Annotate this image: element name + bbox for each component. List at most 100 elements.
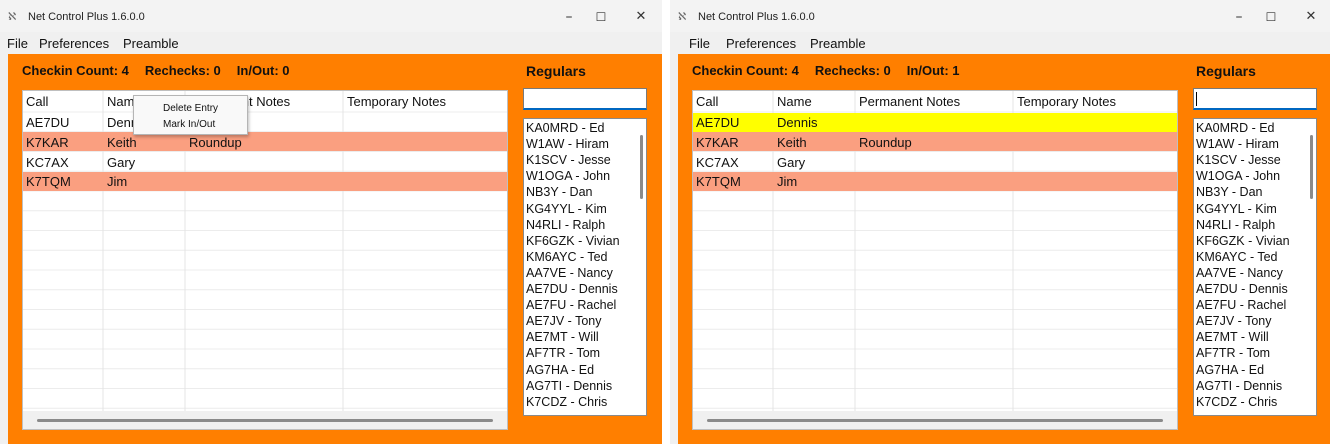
regular-item[interactable]: K7CDZ - Chris	[1196, 395, 1277, 409]
table-cell-call[interactable]: KC7AX	[696, 155, 739, 170]
regular-item[interactable]: KA0MRD - Ed	[1196, 121, 1275, 135]
table-cell-name[interactable]: Keith	[777, 135, 807, 150]
table-cell-name[interactable]: Dennis	[777, 115, 817, 130]
regulars-list[interactable]: KA0MRD - Ed W1AW - Hiram K1SCV - Jesse W1OG…	[523, 118, 647, 416]
table-row[interactable]	[693, 112, 1177, 132]
regular-item[interactable]: AE7JV - Tony	[526, 314, 602, 328]
menu-preamble[interactable]: Preamble	[810, 36, 866, 51]
horizontal-scrollbar[interactable]	[693, 411, 1177, 429]
table-cell-permanent[interactable]: Roundup	[859, 135, 912, 150]
table-row[interactable]	[693, 132, 1177, 152]
scrollbar-thumb[interactable]	[640, 135, 643, 199]
column-call-header[interactable]: Call	[696, 94, 718, 109]
regular-item[interactable]: KM6AYC - Ted	[1196, 250, 1278, 264]
regular-item[interactable]: AE7MT - Will	[526, 330, 599, 344]
rechecks-count: Rechecks: 0	[814, 63, 891, 78]
regular-item[interactable]: N4RLI - Ralph	[526, 218, 605, 232]
table-cell-name[interactable]: Jim	[107, 174, 127, 189]
regular-item[interactable]: W1AW - Hiram	[526, 137, 609, 151]
regular-item[interactable]: W1AW - Hiram	[1196, 137, 1279, 151]
checkin-count: Checkin Count: 4	[692, 63, 799, 78]
regular-item[interactable]: AA7VE - Nancy	[1196, 266, 1283, 280]
regular-item[interactable]: AG7HA - Ed	[1196, 363, 1264, 377]
menu-preferences[interactable]: Preferences	[726, 36, 796, 51]
regulars-list[interactable]: KA0MRD - Ed W1AW - Hiram K1SCV - Jesse W1OG…	[1193, 118, 1317, 416]
table-cell-call[interactable]: AE7DU	[696, 115, 739, 130]
regular-item[interactable]: AG7TI - Dennis	[526, 379, 612, 393]
regular-item[interactable]: NB3Y - Dan	[526, 185, 592, 199]
table-cell-call[interactable]: K7TQM	[696, 174, 741, 189]
regular-item[interactable]: AA7VE - Nancy	[526, 266, 613, 280]
menu-preamble[interactable]: Preamble	[123, 36, 179, 51]
table-cell-permanent[interactable]: Roundup	[189, 135, 242, 150]
regular-item[interactable]: KG4YYL - Kim	[1196, 202, 1277, 216]
column-permanent-notes-header[interactable]: Permanent Notes	[859, 94, 960, 109]
table-cell-call[interactable]: AE7DU	[26, 115, 69, 130]
app-icon: ℵ	[678, 10, 687, 23]
regular-item[interactable]: AG7TI - Dennis	[1196, 379, 1282, 393]
table-row[interactable]	[23, 171, 507, 191]
column-temporary-notes-header[interactable]: Temporary Notes	[1017, 94, 1116, 109]
context-delete-entry[interactable]: Delete Entry	[163, 103, 218, 114]
regular-item[interactable]: AF7TR - Tom	[1196, 346, 1270, 360]
regular-item[interactable]: KG4YYL - Kim	[526, 202, 607, 216]
regular-item[interactable]: AG7HA - Ed	[526, 363, 594, 377]
maximize-icon[interactable]: ☐	[1256, 6, 1286, 28]
regular-item[interactable]: AE7FU - Rachel	[1196, 298, 1286, 312]
column-name-header[interactable]: Name	[777, 94, 812, 109]
column-call-header[interactable]: Call	[26, 94, 48, 109]
regular-item[interactable]: KM6AYC - Ted	[526, 250, 608, 264]
app-window-left: ℵ Net Control Plus 1.6.0.0 – ☐ ✕ File Pr…	[0, 0, 662, 444]
regular-item[interactable]: N4RLI - Ralph	[1196, 218, 1275, 232]
regular-item[interactable]: AE7JV - Tony	[1196, 314, 1272, 328]
regulars-search-input[interactable]	[523, 88, 647, 110]
checkin-grid[interactable]: Call Name Permanent Notes Temporary Notes AE…	[692, 90, 1178, 430]
close-icon[interactable]: ✕	[626, 6, 656, 28]
regulars-search-input[interactable]	[1193, 88, 1317, 110]
regular-item[interactable]: W1OGA - John	[526, 169, 610, 183]
scrollbar-thumb[interactable]	[37, 419, 493, 422]
regular-item[interactable]: KA0MRD - Ed	[526, 121, 605, 135]
table-row[interactable]	[693, 171, 1177, 191]
table-cell-call[interactable]: KC7AX	[26, 155, 69, 170]
menu-file[interactable]: File	[7, 36, 28, 51]
regular-item[interactable]: AF7TR - Tom	[526, 346, 600, 360]
regular-item[interactable]: AE7DU - Dennis	[1196, 282, 1288, 296]
minimize-icon[interactable]: –	[554, 6, 584, 28]
title-bar[interactable]: ℵ Net Control Plus 1.6.0.0 – ☐ ✕	[0, 0, 662, 32]
table-cell-name[interactable]: Keith	[107, 135, 137, 150]
regular-item[interactable]: NB3Y - Dan	[1196, 185, 1262, 199]
table-row[interactable]	[23, 113, 507, 132]
close-icon[interactable]: ✕	[1296, 6, 1326, 28]
regular-item[interactable]: K1SCV - Jesse	[1196, 153, 1281, 167]
table-cell-name[interactable]: Gary	[777, 155, 805, 170]
scrollbar-thumb[interactable]	[1310, 135, 1313, 199]
context-mark-inout[interactable]: Mark In/Out	[163, 119, 215, 130]
title-bar[interactable]: ℵ Net Control Plus 1.6.0.0 – ☐ ✕	[670, 0, 1330, 32]
regular-item[interactable]: AE7DU - Dennis	[526, 282, 618, 296]
regular-item[interactable]: K1SCV - Jesse	[526, 153, 611, 167]
menu-preferences[interactable]: Preferences	[39, 36, 109, 51]
regular-item[interactable]: KF6GZK - Vivian	[526, 234, 620, 248]
horizontal-scrollbar[interactable]	[23, 411, 507, 429]
regular-item[interactable]: AE7FU - Rachel	[526, 298, 616, 312]
table-cell-name[interactable]: Gary	[107, 155, 135, 170]
table-row[interactable]	[23, 132, 507, 152]
checkin-grid[interactable]: CallNamePermanent NotesTemporary NotesAE…	[22, 90, 508, 430]
table-cell-call[interactable]: K7KAR	[26, 135, 69, 150]
table-cell-call[interactable]: K7TQM	[26, 174, 71, 189]
regular-item[interactable]: AE7MT - Will	[1196, 330, 1269, 344]
regular-item[interactable]: KF6GZK - Vivian	[1196, 234, 1290, 248]
regular-item[interactable]: K7CDZ - Chris	[526, 395, 607, 409]
minimize-icon[interactable]: –	[1224, 6, 1254, 28]
app-icon: ℵ	[8, 10, 17, 23]
table-cell-name[interactable]: Jim	[777, 174, 797, 189]
table-cell-call[interactable]: K7KAR	[696, 135, 739, 150]
regular-item[interactable]: W1OGA - John	[1196, 169, 1280, 183]
menu-file[interactable]: File	[689, 36, 710, 51]
column-temporary-notes-header[interactable]: Temporary Notes	[347, 94, 446, 109]
maximize-icon[interactable]: ☐	[586, 6, 616, 28]
scrollbar-thumb[interactable]	[707, 419, 1163, 422]
table-row[interactable]	[23, 152, 507, 171]
table-row[interactable]	[693, 152, 1177, 171]
